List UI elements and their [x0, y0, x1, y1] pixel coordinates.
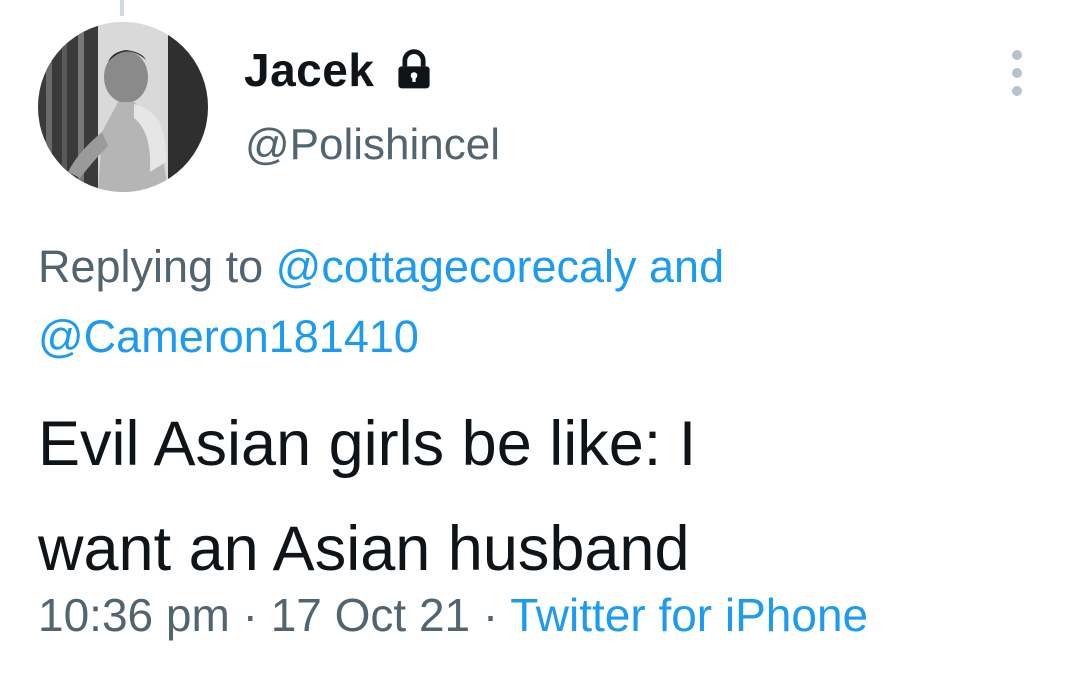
tweet-source-link[interactable]: Twitter for iPhone — [510, 589, 868, 641]
mention-conjunction[interactable]: and — [649, 241, 724, 292]
author-handle[interactable]: @Polishincel — [245, 120, 500, 170]
meta-separator: · — [482, 589, 499, 641]
replying-to-prefix: Replying to — [38, 241, 264, 292]
tweet-text: Evil Asian girls be like: I want an Asia… — [38, 392, 1048, 602]
thread-connector-line — [120, 0, 124, 16]
tweet-time[interactable]: 10:36 pm — [38, 589, 230, 641]
more-vertical-icon[interactable] — [1004, 50, 1030, 96]
tweet-date[interactable]: 17 Oct 21 — [271, 589, 470, 641]
more-dot — [1012, 86, 1022, 96]
lock-icon — [392, 48, 436, 92]
mention-link-1[interactable]: @cottagecorecaly — [276, 241, 637, 292]
more-dot — [1012, 50, 1022, 60]
replying-to-line: Replying to @cottagecorecaly and @Camero… — [38, 232, 1038, 372]
avatar[interactable] — [38, 22, 208, 192]
meta-separator: · — [242, 589, 258, 641]
author-name-row: Jacek — [244, 40, 436, 100]
more-dot — [1012, 68, 1022, 78]
tweet-metadata: 10:36 pm · 17 Oct 21 · Twitter for iPhon… — [38, 588, 868, 642]
tweet-text-line-2: want an Asian husband — [38, 514, 690, 584]
mention-link-2[interactable]: @Cameron181410 — [38, 311, 419, 362]
author-display-name[interactable]: Jacek — [244, 43, 374, 97]
tweet-text-line-1: Evil Asian girls be like: I — [38, 409, 697, 479]
